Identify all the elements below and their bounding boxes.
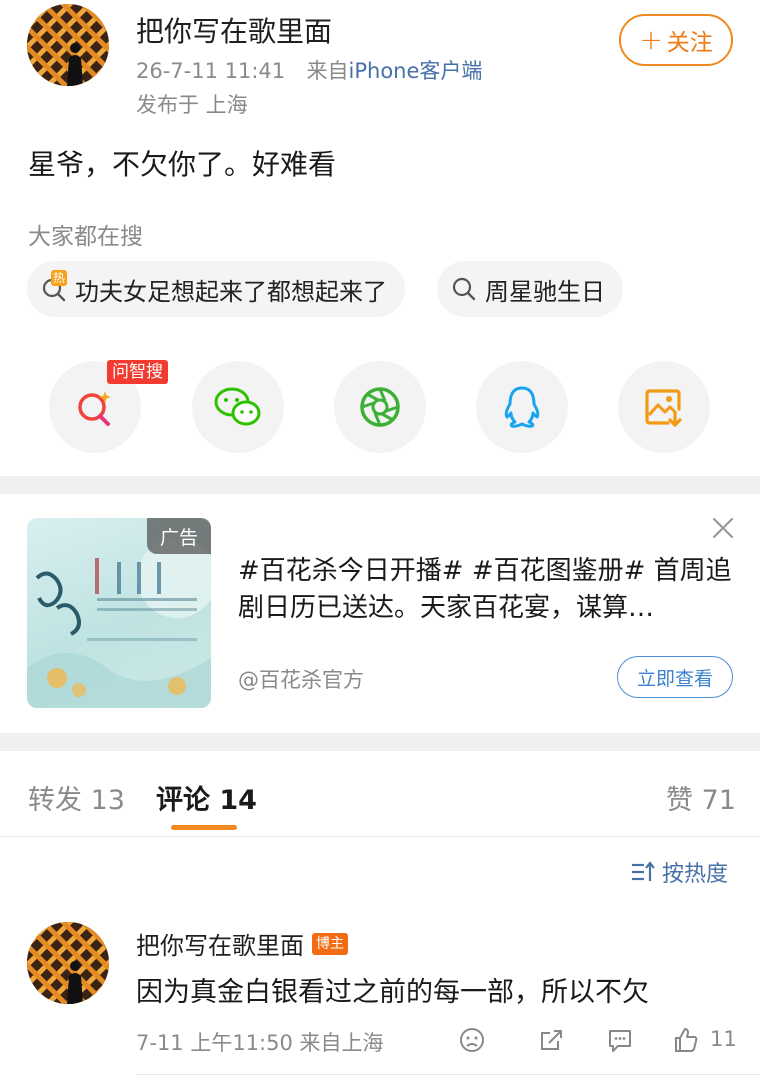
ai-search-badge: 问智搜 — [107, 360, 168, 384]
post-location: 发布于 上海 — [136, 93, 248, 117]
post-source-prefix: 来自 — [306, 59, 349, 83]
qq-icon — [504, 386, 540, 428]
post-meta: 26-7-11 11:41 来自iPhone客户端 — [136, 55, 482, 85]
owner-badge: 博主 — [312, 932, 348, 955]
trending-item-label: 功夫女足想起来了都想起来了 — [75, 277, 387, 306]
post-author-avatar[interactable] — [27, 4, 109, 86]
thumbs-up-icon[interactable] — [672, 1026, 700, 1054]
comment-author-avatar[interactable] — [27, 922, 109, 1004]
ad-cta-button[interactable]: 立即查看 — [617, 656, 733, 698]
section-divider — [0, 733, 760, 751]
tab-repost[interactable]: 转发 13 — [28, 778, 125, 817]
follow-label: 关注 — [666, 30, 713, 56]
hot-badge: 热 — [51, 270, 68, 286]
ad-account[interactable]: @百花杀官方 — [238, 664, 364, 694]
comment-meta: 7-11 上午11:50 来自上海 — [136, 1031, 384, 1055]
comment-author[interactable]: 把你写在歌里面 博主 — [136, 926, 348, 961]
repost-icon[interactable] — [538, 1026, 566, 1054]
share-wechat-button[interactable] — [192, 361, 284, 453]
ad-image[interactable]: 广告 — [27, 518, 211, 708]
section-divider — [0, 476, 760, 494]
comment-author-name[interactable]: 把你写在歌里面 — [136, 926, 304, 961]
trending-item[interactable]: 热 功夫女足想起来了都想起来了 — [27, 261, 405, 317]
hot-search-icon: 热 — [41, 270, 68, 302]
comment-like-count: 11 — [710, 1027, 737, 1051]
close-icon[interactable] — [710, 515, 736, 541]
sad-face-icon[interactable] — [458, 1026, 486, 1054]
tab-comments[interactable]: 评论 14 — [156, 778, 257, 817]
ad-tag: 广告 — [147, 518, 211, 554]
plus-icon: + — [639, 23, 663, 56]
reply-icon[interactable] — [606, 1026, 634, 1054]
wechat-icon — [214, 387, 261, 426]
post-author-name[interactable]: 把你写在歌里面 — [136, 10, 332, 50]
search-icon — [451, 276, 477, 302]
sort-icon — [632, 861, 655, 881]
trending-item[interactable]: 周星驰生日 — [437, 261, 623, 317]
comment-divider — [136, 1074, 760, 1075]
tab-likes[interactable]: 赞 71 — [666, 778, 736, 817]
moments-icon — [360, 387, 400, 427]
ad-text[interactable]: #百花杀今日开播# #百花图鉴册# 首周追剧日历已送达。天家百花宴，谋算… — [238, 553, 738, 627]
ai-search-icon — [78, 391, 111, 426]
comment-text: 因为真金白银看过之前的每一部，所以不欠 — [136, 977, 649, 1008]
save-image-button[interactable] — [618, 361, 710, 453]
trending-item-label: 周星驰生日 — [485, 277, 605, 306]
share-moments-button[interactable] — [334, 361, 426, 453]
sort-label: 按热度 — [662, 862, 729, 887]
post-text: 星爷，不欠你了。好难看 — [28, 148, 337, 181]
follow-button[interactable]: + 关注 — [619, 14, 733, 66]
sort-button[interactable]: 按热度 — [630, 856, 728, 888]
share-qq-button[interactable] — [476, 361, 568, 453]
trending-title: 大家都在搜 — [28, 224, 143, 250]
post-time: 26-7-11 11:41 — [136, 59, 286, 83]
post-source-link[interactable]: iPhone客户端 — [349, 59, 483, 83]
tab-divider — [0, 836, 760, 837]
save-image-icon — [645, 389, 682, 427]
tab-active-indicator — [171, 825, 237, 830]
